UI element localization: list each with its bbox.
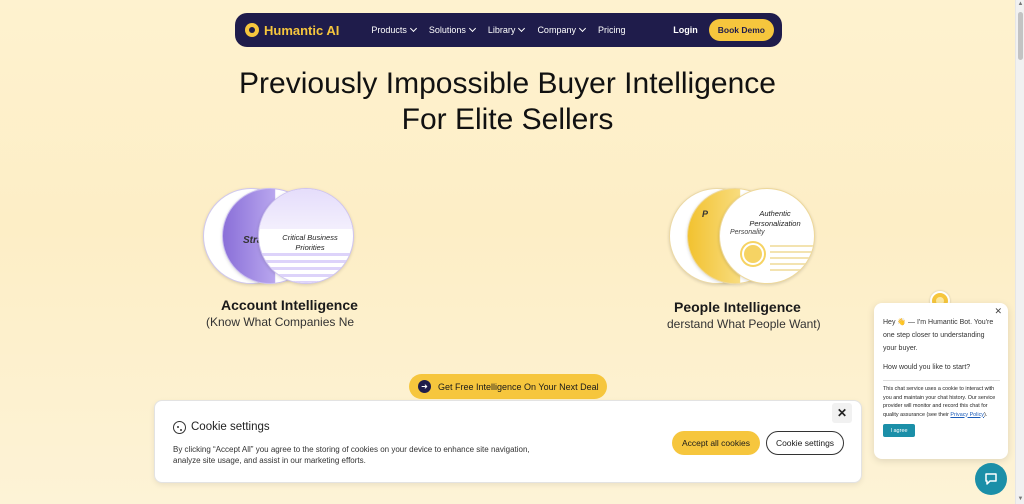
humantic-logo-icon bbox=[245, 23, 259, 37]
disc-front-label: Authentic Personalization bbox=[749, 209, 801, 228]
login-link[interactable]: Login bbox=[673, 25, 698, 35]
chevron-down-icon bbox=[518, 24, 526, 33]
disc-front-label: Critical Business Priorities bbox=[282, 233, 338, 252]
chat-launcher-button[interactable] bbox=[975, 463, 1007, 495]
disc-front: Critical Business Priorities bbox=[258, 188, 354, 284]
arrow-right-icon: ➜ bbox=[418, 380, 431, 393]
cookie-text: By clicking “Accept All” you agree to th… bbox=[173, 445, 530, 465]
account-intelligence-subtitle: (Know What Companies Ne bbox=[206, 315, 355, 329]
chevron-down-icon bbox=[468, 24, 476, 33]
privacy-policy-link[interactable]: Privacy Policy bbox=[950, 412, 984, 418]
chat-widget: ✕ Hey 👋 — I'm Humantic Bot. You're one s… bbox=[874, 303, 1008, 459]
get-free-intelligence-button[interactable]: ➜ Get Free Intelligence On Your Next Dea… bbox=[409, 374, 607, 399]
nav-company[interactable]: Company bbox=[537, 24, 587, 35]
disc-front-person-icon bbox=[742, 243, 764, 265]
people-intelligence-subtitle: derstand What People Want) bbox=[667, 317, 821, 331]
chat-notice: This chat service uses a cookie to inter… bbox=[883, 385, 1000, 419]
disc-front-lines bbox=[770, 245, 814, 271]
people-intelligence-card[interactable]: P Authentic Personalization Personality … bbox=[663, 185, 833, 335]
cookie-close-button[interactable]: ✕ bbox=[832, 403, 852, 423]
chevron-down-icon bbox=[578, 24, 587, 33]
nav-solutions[interactable]: Solutions bbox=[428, 24, 476, 35]
top-navbar: Humantic AI Products Solutions Library C… bbox=[235, 13, 782, 47]
book-demo-button[interactable]: Book Demo bbox=[708, 19, 774, 41]
chat-agree-button[interactable]: I agree bbox=[883, 424, 915, 437]
main-menu: Products Solutions Library Company Prici… bbox=[371, 24, 626, 35]
cookie-settings-button[interactable]: Cookie settings bbox=[766, 431, 844, 455]
nav-solutions-label: Solutions bbox=[428, 25, 466, 35]
nav-library[interactable]: Library bbox=[487, 24, 526, 35]
nav-products-label: Products bbox=[371, 25, 407, 35]
scroll-up-icon[interactable]: ▲ bbox=[1017, 1, 1024, 8]
disc-front-shade bbox=[259, 189, 353, 229]
nav-company-label: Company bbox=[537, 25, 576, 35]
disc-front: Authentic Personalization Personality bbox=[719, 188, 815, 284]
hero-heading: Previously Impossible Buyer Intelligence… bbox=[0, 66, 1015, 138]
chat-divider bbox=[883, 380, 1000, 381]
cta-label: Get Free Intelligence On Your Next Deal bbox=[438, 381, 599, 392]
cookie-banner: Cookie settings By clicking “Accept All”… bbox=[154, 400, 862, 483]
nav-library-label: Library bbox=[487, 25, 516, 35]
scrollbar-thumb[interactable] bbox=[1018, 12, 1023, 60]
chat-notice-end: ). bbox=[983, 411, 988, 418]
cookie-title: Cookie settings bbox=[191, 421, 270, 433]
chevron-down-icon bbox=[409, 24, 417, 33]
chat-icon bbox=[985, 473, 997, 485]
chat-greeting: Hey 👋 — I'm Humantic Bot. You're one ste… bbox=[883, 319, 994, 352]
brand-name: Humantic AI bbox=[264, 22, 340, 38]
nav-products[interactable]: Products bbox=[371, 24, 417, 35]
scroll-down-icon[interactable]: ▼ bbox=[1017, 496, 1024, 503]
nav-pricing-label: Pricing bbox=[597, 25, 626, 35]
account-intelligence-card[interactable]: Stra P Critical Business Priorities Acco… bbox=[200, 185, 360, 335]
hero-line-1: Previously Impossible Buyer Intelligence bbox=[239, 67, 776, 100]
hero-line-2: For Elite Sellers bbox=[401, 103, 614, 136]
people-intelligence-title: People Intelligence bbox=[674, 299, 801, 315]
page-scrollbar[interactable]: ▲ ▼ bbox=[1015, 0, 1024, 504]
account-intelligence-title: Account Intelligence bbox=[221, 297, 358, 313]
accept-all-cookies-button[interactable]: Accept all cookies bbox=[672, 431, 760, 455]
cookie-icon bbox=[173, 421, 186, 434]
disc-middle-label: P bbox=[702, 209, 709, 219]
brand-logo[interactable]: Humantic AI bbox=[245, 23, 339, 38]
disc-front-sublabel: Personality bbox=[730, 229, 765, 236]
nav-pricing[interactable]: Pricing bbox=[598, 25, 626, 35]
disc-front-lines bbox=[259, 253, 353, 283]
chat-question: How would you like to start? bbox=[883, 364, 971, 371]
chat-close-button[interactable]: ✕ bbox=[994, 306, 1002, 317]
